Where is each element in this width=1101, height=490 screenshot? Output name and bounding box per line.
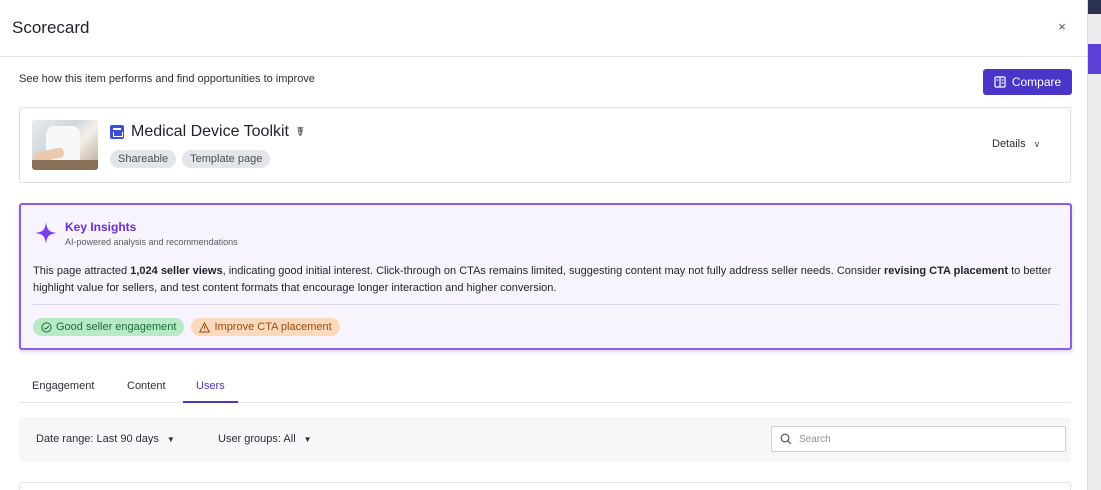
item-thumbnail xyxy=(32,120,98,170)
user-groups-filter[interactable]: User groups: All ▼ xyxy=(218,433,312,445)
tag-template-page: Template page xyxy=(182,150,271,168)
item-title-row: Medical Device Toolkit ☤ xyxy=(110,123,305,141)
sparkle-icon xyxy=(35,222,57,244)
page-type-icon xyxy=(110,125,124,139)
details-label: Details xyxy=(992,138,1026,150)
scorecard-modal: Scorecard × See how this item performs a… xyxy=(0,0,1088,490)
badge-good-engagement: Good seller engagement xyxy=(33,318,185,336)
item-tags: Shareable Template page xyxy=(110,150,271,168)
compare-icon xyxy=(994,76,1006,88)
search-field[interactable] xyxy=(771,426,1066,452)
date-range-label: Date range: Last 90 days xyxy=(36,433,159,445)
tab-engagement[interactable]: Engagement xyxy=(32,380,94,403)
search-input[interactable] xyxy=(799,433,1049,445)
tab-content[interactable]: Content xyxy=(127,380,166,403)
insights-body: This page attracted 1,024 seller views, … xyxy=(33,265,1052,294)
results-panel xyxy=(19,482,1071,490)
caret-down-icon: ▼ xyxy=(303,434,312,444)
close-button[interactable]: × xyxy=(1054,19,1070,35)
check-circle-icon xyxy=(41,321,52,333)
tab-bar: Engagement Content Users xyxy=(19,380,1071,403)
insights-title: Key Insights xyxy=(65,220,137,234)
insights-subtitle: AI-powered analysis and recommendations xyxy=(65,237,238,247)
tab-users[interactable]: Users xyxy=(183,380,238,403)
user-groups-label: User groups: All xyxy=(218,433,296,445)
search-icon xyxy=(780,433,792,445)
item-title: Medical Device Toolkit xyxy=(131,123,289,140)
tag-shareable: Shareable xyxy=(110,150,177,168)
caret-down-icon: ▼ xyxy=(166,434,175,444)
key-insights-panel: Key Insights AI-powered analysis and rec… xyxy=(19,203,1072,350)
background-app-strip xyxy=(1088,0,1101,490)
item-card: Medical Device Toolkit ☤ Shareable Templ… xyxy=(19,107,1071,183)
insight-badges: Good seller engagement Improve CTA place… xyxy=(33,318,340,336)
warning-icon xyxy=(199,321,211,332)
badge-improve-cta: Improve CTA placement xyxy=(191,318,340,336)
background-button-fragment xyxy=(1088,44,1101,74)
filter-bar: Date range: Last 90 days ▼ User groups: … xyxy=(19,417,1071,462)
modal-header: Scorecard × xyxy=(0,0,1087,57)
details-toggle[interactable]: Details ∨ xyxy=(992,138,1040,150)
medical-icon: ☤ xyxy=(296,124,305,139)
background-header-fragment xyxy=(1088,0,1101,14)
compare-button[interactable]: Compare xyxy=(983,69,1072,95)
modal-subtitle: See how this item performs and find oppo… xyxy=(19,73,315,85)
date-range-filter[interactable]: Date range: Last 90 days ▼ xyxy=(36,433,175,445)
insights-divider xyxy=(33,304,1059,305)
compare-button-label: Compare xyxy=(1011,75,1062,89)
chevron-down-icon: ∨ xyxy=(1033,138,1041,149)
modal-title: Scorecard xyxy=(12,18,90,37)
